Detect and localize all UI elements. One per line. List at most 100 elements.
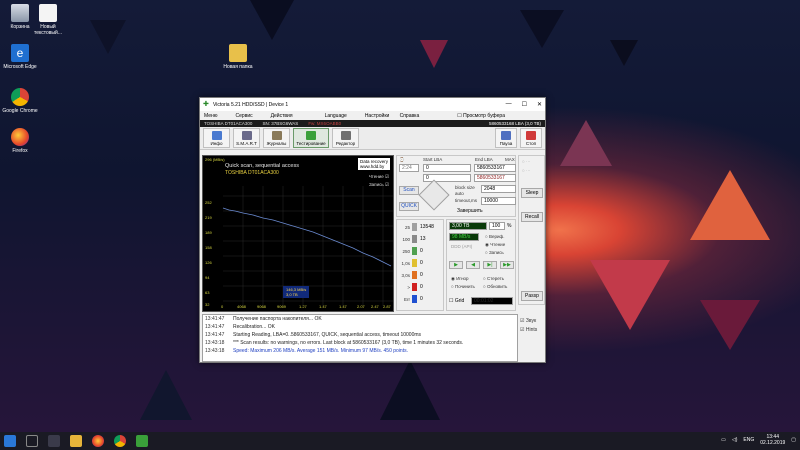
- refresh-radio[interactable]: ○ Обновить: [483, 284, 507, 289]
- tab-smart[interactable]: S.M.A.R.T: [233, 128, 260, 148]
- stop-button[interactable]: Стоп: [520, 128, 542, 148]
- menu-item-menu[interactable]: Меню: [204, 113, 218, 119]
- option-radio-1[interactable]: ○ ···: [522, 159, 530, 164]
- block-size-label: block size: [455, 185, 475, 190]
- log-entry: 13:43:18 Speed: Maximum 206 MB/s. Average…: [203, 347, 517, 355]
- direction-pad[interactable]: [418, 179, 450, 211]
- grid-checkbox[interactable]: ☐ Grid: [449, 298, 464, 304]
- end-lba-input[interactable]: 5860533167: [474, 164, 516, 172]
- passp-button[interactable]: Passp: [521, 291, 543, 301]
- drive-model: TOSHIBA DT01ACA300: [204, 121, 253, 126]
- victoria-app-icon: ✚: [203, 101, 209, 108]
- tab-info[interactable]: Инфо: [203, 128, 230, 148]
- start-windows-icon[interactable]: [4, 435, 16, 447]
- recall-button[interactable]: Recall: [521, 212, 543, 222]
- pause-icon: [501, 130, 511, 140]
- chrome-taskbar-icon[interactable]: [114, 435, 126, 447]
- start-lba-input[interactable]: 0: [423, 164, 471, 172]
- tab-editor[interactable]: Редактор: [332, 128, 359, 148]
- tab-logs[interactable]: Журналы: [263, 128, 290, 148]
- sound-checkbox[interactable]: ☑ Звук: [520, 318, 536, 324]
- decor-triangle: [590, 260, 670, 330]
- tab-testing[interactable]: Тестирование: [293, 128, 329, 148]
- y-tick: 126: [205, 260, 212, 265]
- menu-bar: Меню Сервис Действия Language Настройки …: [200, 111, 545, 120]
- block-stat-count: 0: [420, 296, 423, 302]
- maximize-button[interactable]: ☐: [522, 101, 527, 108]
- quick-button[interactable]: QUICK: [399, 202, 419, 211]
- tab-logs-label: Журналы: [266, 140, 287, 146]
- taskbar: ▭ ◁) ENG 13:44 02.12.2019 ▢: [0, 432, 800, 450]
- end-time-label: ⌚: [399, 157, 405, 162]
- block-stat-label: 250: [402, 248, 410, 254]
- firefox-icon: [11, 128, 29, 146]
- text-file-icon: [39, 4, 57, 22]
- block-stat-label: 1,0s: [401, 260, 410, 266]
- erase-radio[interactable]: ○ Стереть: [483, 276, 504, 281]
- tab-smart-label: S.M.A.R.T: [236, 140, 257, 146]
- skip-forward-icon[interactable]: ▶|: [483, 261, 497, 269]
- menu-item-help[interactable]: Справка: [400, 113, 420, 119]
- block-stat-swatch: [412, 223, 417, 231]
- block-stat-row: Err 0: [399, 294, 423, 304]
- stop-label: Стоп: [525, 140, 537, 146]
- network-icon[interactable]: ▭: [721, 437, 726, 443]
- block-stat-count: 13548: [420, 224, 434, 230]
- ignore-radio[interactable]: ◉ Игнор: [451, 276, 469, 282]
- pause-label: Пауза: [499, 140, 513, 146]
- decor-triangle: [380, 360, 440, 420]
- close-button[interactable]: ✕: [537, 101, 542, 108]
- firefox-taskbar-icon[interactable]: [92, 435, 104, 447]
- desktop-icon-firefox[interactable]: Firefox: [0, 128, 40, 154]
- task-view-icon[interactable]: [48, 435, 60, 447]
- x-tick: 1.27: [299, 304, 307, 309]
- desktop-icon-chrome[interactable]: Google Chrome: [0, 88, 40, 114]
- search-icon[interactable]: [26, 435, 38, 447]
- y-tick: 158: [205, 245, 212, 250]
- max-label[interactable]: MAX: [505, 157, 515, 162]
- decor-triangle: [520, 10, 564, 48]
- write-radio[interactable]: ○ Запись: [485, 250, 504, 255]
- timeout-select[interactable]: 10000: [481, 197, 516, 205]
- language-indicator[interactable]: ENG: [743, 437, 754, 443]
- buffer-view-checkbox[interactable]: ☐ Просмотр буфера: [457, 113, 523, 119]
- recycle-bin-icon: [11, 4, 29, 22]
- notifications-icon[interactable]: ▢: [791, 437, 796, 443]
- menu-item-actions[interactable]: Действия: [271, 113, 293, 119]
- minimize-button[interactable]: —: [506, 101, 512, 108]
- ddd-api-option[interactable]: DDD (API): [451, 244, 472, 249]
- sleep-button[interactable]: Sleep: [521, 188, 543, 198]
- option-radio-2[interactable]: ○ ···: [522, 168, 530, 173]
- title-bar[interactable]: ✚ Victoria 5.21 HDD/SSD | Device 1 — ☐ ✕: [200, 98, 545, 111]
- play-icon[interactable]: ▶: [449, 261, 463, 269]
- buffer-view-label: Просмотр буфера: [463, 112, 505, 119]
- verify-radio[interactable]: ○ Вериф.: [485, 234, 504, 239]
- desktop-icon-new-folder[interactable]: Новая папка: [218, 44, 258, 70]
- skip-end-icon[interactable]: ▶▶: [500, 261, 514, 269]
- rewind-icon[interactable]: ◀: [466, 261, 480, 269]
- x-tick: 0: [221, 304, 224, 309]
- y-tick: 94: [205, 275, 210, 280]
- complete-dropdown[interactable]: Завершить: [457, 208, 483, 214]
- pause-button[interactable]: Пауза: [495, 128, 517, 148]
- speed-readout: 146,3 MB/s 3,0 TB: [283, 286, 310, 298]
- menu-item-service[interactable]: Сервис: [236, 113, 253, 119]
- read-radio[interactable]: ◉ Чтение: [485, 242, 505, 248]
- remap-radio[interactable]: ○ Починить: [451, 284, 475, 289]
- block-size-select[interactable]: 2048: [481, 185, 516, 193]
- test-icon: [306, 130, 316, 140]
- lba-panel: ⌚ Start LBA End LBA MAX 2:24 0 586053316…: [396, 155, 516, 217]
- victoria-taskbar-icon[interactable]: [136, 435, 148, 447]
- desktop-icon-text-file[interactable]: Новый текстовый...: [28, 4, 68, 36]
- menu-item-language[interactable]: Language: [325, 113, 347, 119]
- scan-button[interactable]: Scan: [399, 186, 419, 195]
- menu-item-settings[interactable]: Настройки: [365, 113, 390, 119]
- block-stat-row: 3,0s 0: [399, 270, 423, 280]
- desktop-icon-edge[interactable]: e Microsoft Edge: [0, 44, 40, 70]
- hints-checkbox[interactable]: ☑ Hints: [520, 327, 537, 333]
- file-explorer-icon[interactable]: [70, 435, 82, 447]
- current-lba-field: 0: [423, 174, 471, 182]
- clock[interactable]: 13:44 02.12.2019: [760, 434, 785, 446]
- desktop-icon-label: Firefox: [12, 148, 28, 154]
- volume-icon[interactable]: ◁): [732, 437, 738, 443]
